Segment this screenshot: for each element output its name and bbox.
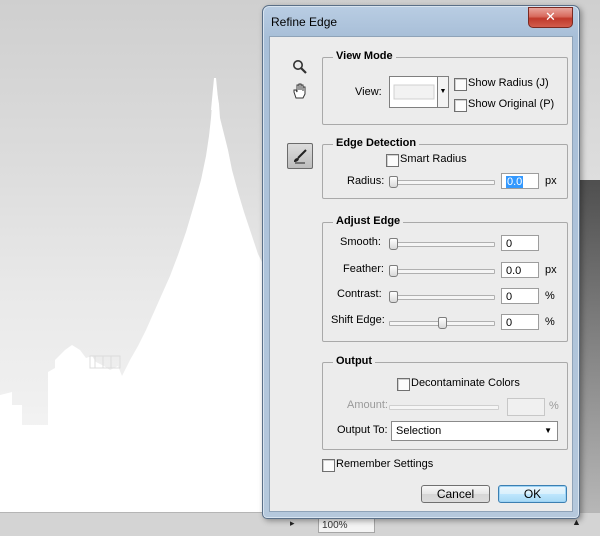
refine-edge-dialog: Refine Edge ✕ View Mode View: ▼ Show Rad…	[262, 5, 580, 519]
output-to-select[interactable]: Selection ▼	[391, 421, 558, 441]
decontaminate-colors-checkbox[interactable]	[397, 378, 410, 391]
brush-icon	[294, 149, 307, 164]
view-label: View:	[355, 86, 382, 98]
shift-edge-slider[interactable]	[389, 317, 495, 329]
smooth-input[interactable]: 0	[501, 235, 539, 251]
output-to-value: Selection	[396, 425, 442, 437]
view-mode-group: View Mode View: ▼ Show Radius (J) Show O…	[322, 50, 568, 125]
amount-input	[507, 398, 545, 416]
output-title: Output	[333, 355, 376, 367]
feather-unit: px	[545, 264, 557, 276]
show-radius-label: Show Radius (J)	[468, 77, 549, 89]
radius-unit: px	[545, 175, 557, 187]
radius-slider-thumb[interactable]	[389, 176, 398, 188]
amount-label: Amount:	[347, 399, 388, 411]
smart-radius-checkbox[interactable]	[386, 154, 399, 167]
scroll-right-arrow-icon[interactable]: ▸	[290, 518, 295, 529]
smart-radius-label: Smart Radius	[400, 153, 467, 165]
refine-radius-brush-tool[interactable]	[287, 143, 313, 169]
dialog-body: View Mode View: ▼ Show Radius (J) Show O…	[269, 36, 573, 512]
contrast-slider-thumb[interactable]	[389, 291, 398, 303]
decontaminate-colors-label: Decontaminate Colors	[411, 377, 520, 389]
edge-detection-group: Edge Detection Smart Radius Radius: 0.0 …	[322, 137, 568, 199]
shift-edge-input[interactable]: 0	[501, 314, 539, 330]
smooth-slider[interactable]	[389, 238, 495, 250]
contrast-label: Contrast:	[337, 288, 382, 300]
shift-edge-label: Shift Edge:	[331, 314, 385, 326]
view-mode-title: View Mode	[333, 50, 396, 62]
hand-tool-icon[interactable]	[290, 81, 310, 101]
cancel-button[interactable]: Cancel	[421, 485, 490, 503]
output-group: Output Decontaminate Colors Amount: % Ou…	[322, 355, 568, 450]
show-original-checkbox[interactable]	[454, 99, 467, 112]
amount-unit: %	[549, 400, 559, 412]
ok-button[interactable]: OK	[498, 485, 567, 503]
remember-settings-checkbox[interactable]	[322, 459, 335, 472]
shift-edge-unit: %	[545, 316, 555, 328]
chevron-down-icon: ▼	[544, 426, 552, 435]
radius-label: Radius:	[347, 175, 385, 187]
adjust-edge-group: Adjust Edge Smooth: 0 Feather: 0.0 px Co…	[322, 215, 568, 342]
amount-slider	[389, 405, 499, 410]
view-dropdown-arrow-icon[interactable]: ▼	[437, 76, 449, 108]
smooth-label: Smooth:	[340, 236, 381, 248]
feather-slider[interactable]	[389, 265, 495, 277]
feather-label: Feather:	[343, 263, 384, 275]
show-radius-checkbox[interactable]	[454, 78, 467, 91]
output-to-label: Output To:	[337, 424, 388, 436]
remember-settings-label: Remember Settings	[336, 458, 434, 470]
view-preview-thumbnail[interactable]	[389, 76, 439, 108]
feather-slider-thumb[interactable]	[389, 265, 398, 277]
shift-edge-slider-thumb[interactable]	[438, 317, 447, 329]
close-button[interactable]: ✕	[528, 7, 573, 28]
dialog-title: Refine Edge	[271, 15, 338, 29]
contrast-slider[interactable]	[389, 291, 495, 303]
smooth-slider-thumb[interactable]	[389, 238, 398, 250]
edge-detection-title: Edge Detection	[333, 137, 420, 149]
contrast-unit: %	[545, 290, 555, 302]
adjust-edge-title: Adjust Edge	[333, 215, 404, 227]
show-original-label: Show Original (P)	[468, 98, 555, 110]
radius-slider[interactable]	[389, 176, 495, 188]
radius-input[interactable]: 0.0	[501, 173, 539, 189]
feather-input[interactable]: 0.0	[501, 262, 539, 278]
zoom-tool-icon[interactable]	[290, 57, 310, 77]
contrast-input[interactable]: 0	[501, 288, 539, 304]
zoom-level[interactable]: 100%	[318, 518, 375, 533]
